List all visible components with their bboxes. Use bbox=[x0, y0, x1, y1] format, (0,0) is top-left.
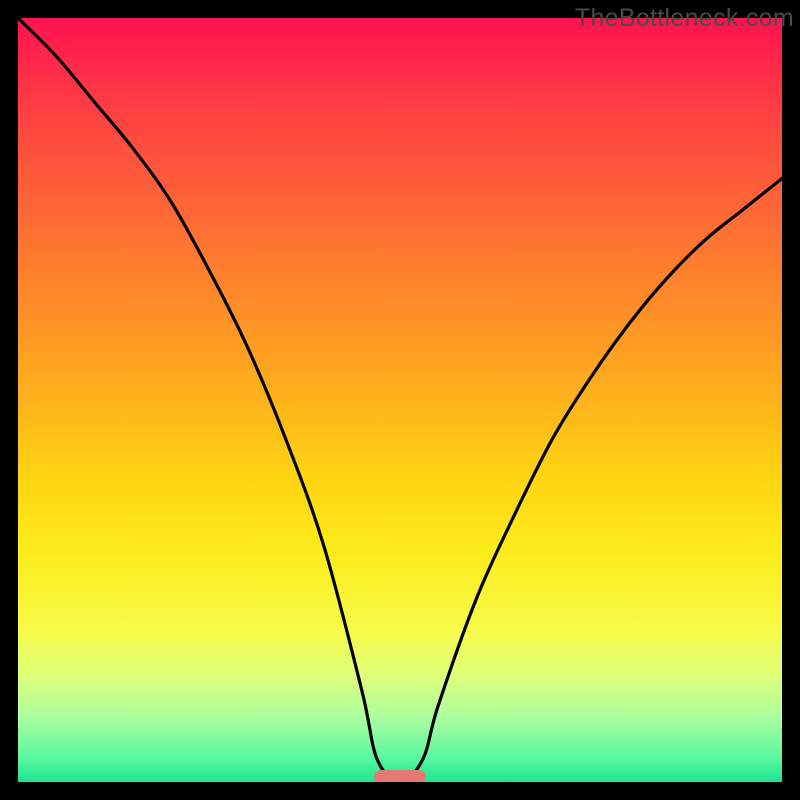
plot-area bbox=[18, 18, 782, 782]
bottleneck-chart bbox=[18, 18, 782, 782]
chart-frame: TheBottleneck.com bbox=[0, 0, 800, 800]
watermark-text: TheBottleneck.com bbox=[575, 4, 794, 33]
optimal-marker bbox=[374, 770, 426, 782]
bottleneck-curve bbox=[18, 18, 782, 782]
